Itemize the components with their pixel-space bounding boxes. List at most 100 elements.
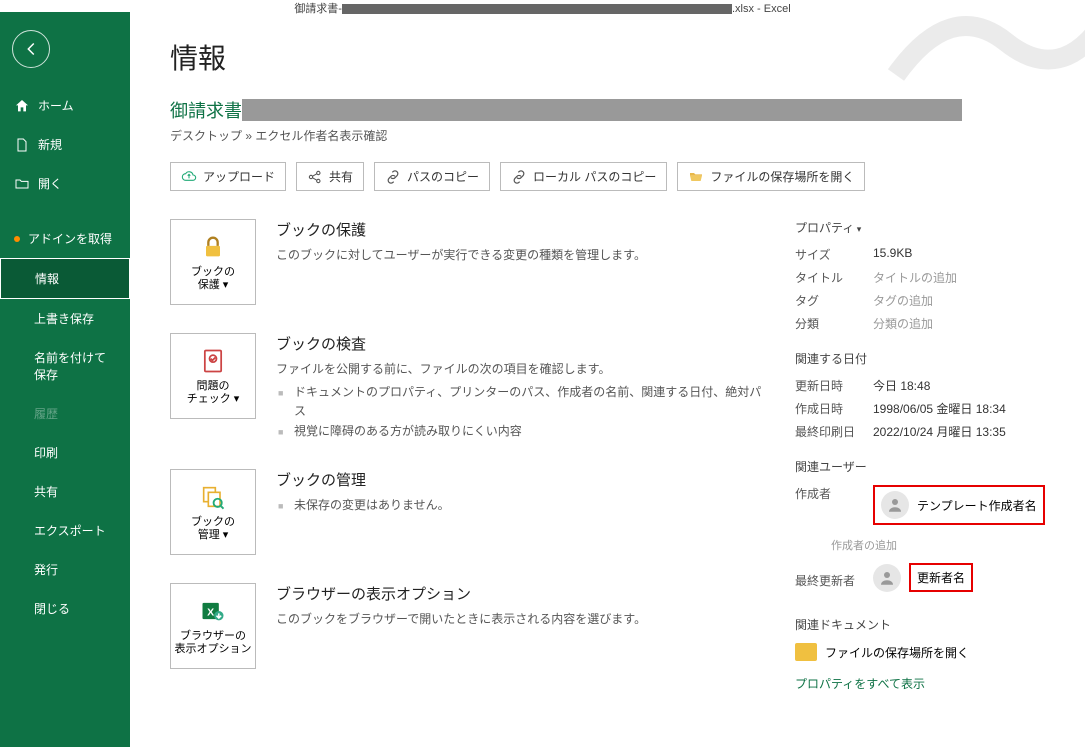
inspect-item: ドキュメントのプロパティ、プリンターのパス、作成者の名前、関連する日付、絶対パス bbox=[276, 383, 765, 421]
document-title: 御請求書 bbox=[170, 97, 242, 123]
excel-browser-icon: X bbox=[198, 596, 228, 626]
button-label: ファイルの保存場所を開く bbox=[710, 168, 854, 185]
browser-desc: このブックをブラウザーで開いたときに表示される内容を選びます。 bbox=[276, 610, 646, 629]
sidebar-item-export[interactable]: エクスポート bbox=[0, 511, 130, 550]
add-author-field[interactable]: 作成者の追加 bbox=[831, 537, 1065, 553]
button-label: ローカル パスのコピー bbox=[533, 168, 656, 185]
lastmod-name: 更新者名 bbox=[909, 563, 973, 592]
sidebar-label: 共有 bbox=[34, 483, 58, 500]
back-button[interactable] bbox=[12, 30, 50, 68]
sidebar-label: ホーム bbox=[38, 97, 74, 114]
link-icon bbox=[511, 169, 527, 185]
prop-printed-value: 2022/10/24 月曜日 13:35 bbox=[873, 423, 1006, 440]
cloud-upload-icon bbox=[181, 169, 197, 185]
addin-dot-icon bbox=[14, 236, 20, 242]
inspect-workbook-button[interactable]: 問題の チェック ▾ bbox=[170, 333, 256, 419]
prop-printed-label: 最終印刷日 bbox=[795, 423, 873, 440]
copy-local-path-button[interactable]: ローカル パスのコピー bbox=[500, 162, 667, 191]
svg-text:X: X bbox=[207, 606, 214, 618]
open-location-button[interactable]: ファイルの保存場所を開く bbox=[677, 162, 865, 191]
open-folder-icon bbox=[14, 176, 30, 192]
folder-icon bbox=[795, 643, 817, 661]
sidebar-item-share[interactable]: 共有 bbox=[0, 472, 130, 511]
title-bar: 御請求書-.xlsx - Excel bbox=[0, 0, 1085, 12]
prop-author-label: 作成者 bbox=[795, 485, 873, 502]
sidebar-label: 履歴 bbox=[34, 405, 58, 422]
sidebar-label: アドインを取得 bbox=[28, 230, 112, 247]
prop-tag-value[interactable]: タグの追加 bbox=[873, 292, 933, 309]
sidebar: ホーム 新規 開く アドインを取得 情報 上書き保存 名前を付けて保存 履歴 印… bbox=[0, 12, 130, 747]
page-title: 情報 bbox=[170, 37, 1065, 77]
protect-workbook-button[interactable]: ブックの 保護 ▾ bbox=[170, 219, 256, 305]
sidebar-item-print[interactable]: 印刷 bbox=[0, 433, 130, 472]
button-label: ブックの 管理 ▾ bbox=[191, 516, 235, 542]
sidebar-label: 印刷 bbox=[34, 444, 58, 461]
sidebar-item-saveas[interactable]: 名前を付けて保存 bbox=[0, 338, 130, 394]
check-document-icon bbox=[198, 346, 228, 376]
sidebar-item-new[interactable]: 新規 bbox=[0, 125, 130, 164]
protect-title: ブックの保護 bbox=[276, 219, 646, 240]
content-area: 情報 御請求書 デスクトップ » エクセル作者名表示確認 アップロード 共有 パ… bbox=[130, 12, 1085, 747]
prop-title-value[interactable]: タイトルの追加 bbox=[873, 269, 957, 286]
related-users-header: 関連ユーザー bbox=[795, 458, 1065, 475]
sidebar-item-open[interactable]: 開く bbox=[0, 164, 130, 203]
prop-category-label: 分類 bbox=[795, 315, 873, 332]
button-label: 共有 bbox=[329, 168, 353, 185]
sidebar-item-addin[interactable]: アドインを取得 bbox=[0, 219, 130, 258]
manage-workbook-button[interactable]: ブックの 管理 ▾ bbox=[170, 469, 256, 555]
prop-lastmod-label: 最終更新者 bbox=[795, 572, 873, 589]
sidebar-label: 閉じる bbox=[34, 600, 70, 617]
new-file-icon bbox=[14, 137, 30, 153]
manage-title: ブックの管理 bbox=[276, 469, 450, 490]
prop-created-value: 1998/06/05 金曜日 18:34 bbox=[873, 400, 1006, 417]
upload-button[interactable]: アップロード bbox=[170, 162, 286, 191]
sidebar-item-home[interactable]: ホーム bbox=[0, 86, 130, 125]
show-all-properties[interactable]: プロパティをすべて表示 bbox=[795, 675, 1065, 692]
sidebar-label: 新規 bbox=[38, 136, 62, 153]
button-label: ブラウザーの 表示オプション bbox=[175, 630, 252, 656]
home-icon bbox=[14, 98, 30, 114]
browser-view-button[interactable]: X ブラウザーの 表示オプション bbox=[170, 583, 256, 669]
author-name: テンプレート作成者名 bbox=[917, 497, 1037, 514]
inspect-title: ブックの検査 bbox=[276, 333, 765, 354]
sidebar-label: 名前を付けて保存 bbox=[34, 349, 116, 383]
share-button[interactable]: 共有 bbox=[296, 162, 364, 191]
breadcrumb: デスクトップ » エクセル作者名表示確認 bbox=[170, 127, 1065, 144]
browser-title: ブラウザーの表示オプション bbox=[276, 583, 646, 604]
open-location-label: ファイルの保存場所を開く bbox=[825, 644, 969, 661]
manage-desc: 未保存の変更はありません。 bbox=[276, 496, 450, 515]
prop-title-label: タイトル bbox=[795, 269, 873, 286]
lastmod-row[interactable]: 更新者名 bbox=[873, 563, 973, 592]
sidebar-item-history: 履歴 bbox=[0, 394, 130, 433]
sidebar-label: 発行 bbox=[34, 561, 58, 578]
properties-dropdown[interactable]: プロパティ bbox=[795, 219, 1065, 236]
sidebar-item-close[interactable]: 閉じる bbox=[0, 589, 130, 628]
inspect-item: 視覚に障碍のある方が読み取りにくい内容 bbox=[276, 422, 765, 441]
document-title-mask bbox=[242, 99, 962, 121]
share-icon bbox=[307, 169, 323, 185]
prop-modified-value: 今日 18:48 bbox=[873, 377, 930, 394]
link-icon bbox=[385, 169, 401, 185]
sidebar-label: 上書き保存 bbox=[34, 310, 94, 327]
sidebar-label: 情報 bbox=[35, 270, 59, 287]
inspect-desc: ファイルを公開する前に、ファイルの次の項目を確認します。 bbox=[276, 360, 765, 379]
lock-icon bbox=[198, 232, 228, 262]
back-arrow-icon bbox=[22, 40, 40, 58]
avatar-icon bbox=[873, 564, 901, 592]
sidebar-item-publish[interactable]: 発行 bbox=[0, 550, 130, 589]
author-row[interactable]: テンプレート作成者名 bbox=[873, 485, 1045, 525]
copy-path-button[interactable]: パスのコピー bbox=[374, 162, 490, 191]
sidebar-label: 開く bbox=[38, 175, 62, 192]
button-label: アップロード bbox=[203, 168, 275, 185]
button-label: 問題の チェック ▾ bbox=[187, 380, 240, 406]
protect-desc: このブックに対してユーザーが実行できる変更の種類を管理します。 bbox=[276, 246, 646, 265]
open-file-location[interactable]: ファイルの保存場所を開く bbox=[795, 643, 1065, 661]
sidebar-item-save[interactable]: 上書き保存 bbox=[0, 299, 130, 338]
prop-tag-label: タグ bbox=[795, 292, 873, 309]
prop-category-value[interactable]: 分類の追加 bbox=[873, 315, 933, 332]
prop-size-label: サイズ bbox=[795, 246, 873, 263]
button-label: パスのコピー bbox=[407, 168, 479, 185]
sidebar-item-info[interactable]: 情報 bbox=[0, 258, 130, 299]
avatar-icon bbox=[881, 491, 909, 519]
button-label: ブックの 保護 ▾ bbox=[191, 266, 235, 292]
